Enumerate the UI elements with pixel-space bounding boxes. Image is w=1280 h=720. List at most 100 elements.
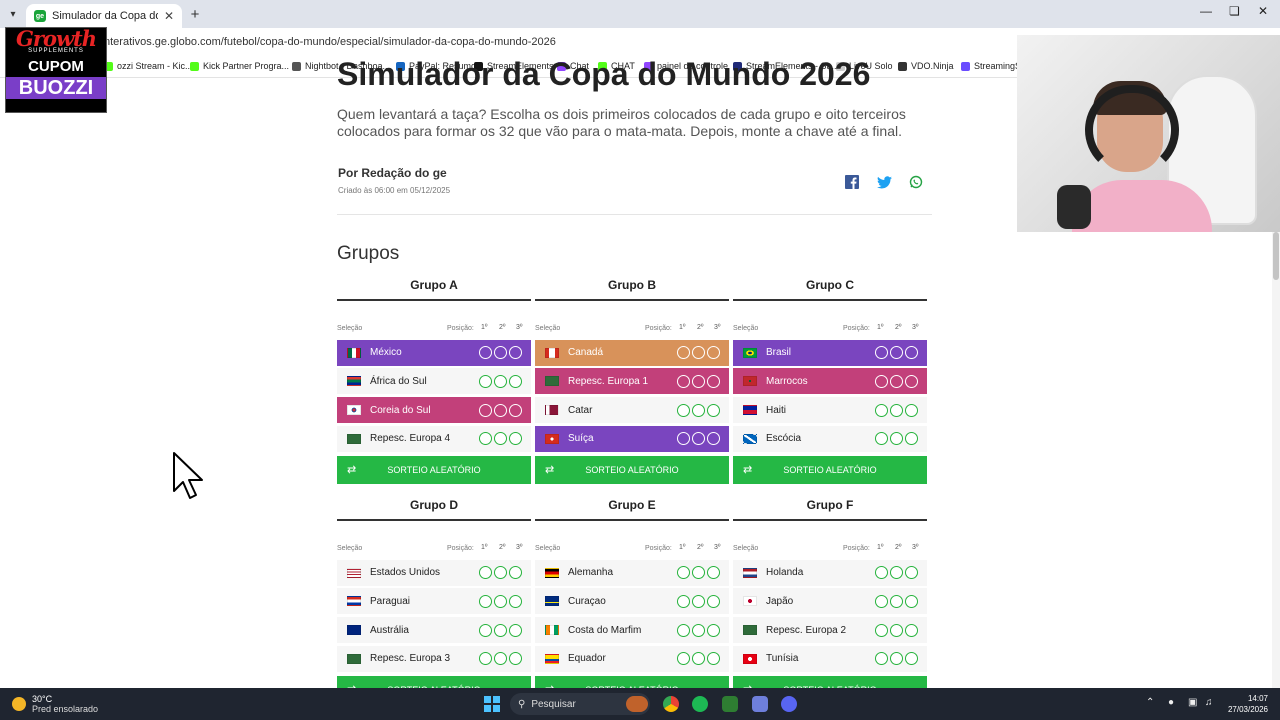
- position-1-radio[interactable]: [875, 594, 888, 608]
- position-2-radio[interactable]: [692, 594, 705, 608]
- facebook-share-button[interactable]: [844, 174, 860, 190]
- team-row[interactable]: Escócia: [733, 425, 927, 452]
- bookmark-item[interactable]: StreamingS: [961, 61, 1021, 71]
- position-2-radio[interactable]: [890, 623, 903, 637]
- position-1-radio[interactable]: [677, 623, 690, 637]
- position-3-radio[interactable]: [707, 652, 720, 666]
- position-3-radio[interactable]: [905, 403, 918, 417]
- position-3-radio[interactable]: [509, 594, 522, 608]
- team-row[interactable]: Marrocos: [733, 368, 927, 395]
- team-row[interactable]: Costa do Marfim: [535, 617, 729, 644]
- position-3-radio[interactable]: [905, 594, 918, 608]
- position-1-radio[interactable]: [875, 432, 888, 446]
- bookmark-item[interactable]: VDO.Ninja: [898, 61, 954, 71]
- position-1-radio[interactable]: [479, 374, 492, 388]
- position-1-radio[interactable]: [677, 374, 690, 388]
- position-2-radio[interactable]: [692, 432, 705, 446]
- position-1-radio[interactable]: [677, 403, 690, 417]
- close-window-icon[interactable]: ✕: [1258, 4, 1268, 18]
- position-3-radio[interactable]: [905, 432, 918, 446]
- team-row[interactable]: Equador: [535, 645, 729, 672]
- position-3-radio[interactable]: [707, 623, 720, 637]
- position-2-radio[interactable]: [890, 432, 903, 446]
- position-1-radio[interactable]: [875, 623, 888, 637]
- team-row[interactable]: Paraguai: [337, 588, 531, 615]
- position-2-radio[interactable]: [494, 346, 507, 360]
- random-draw-button[interactable]: ⇄ SORTEIO ALEATÓRIO: [733, 455, 927, 484]
- team-row[interactable]: Brasil: [733, 339, 927, 366]
- new-tab-button[interactable]: +: [182, 6, 208, 23]
- position-2-radio[interactable]: [494, 374, 507, 388]
- restore-icon[interactable]: ❏: [1229, 4, 1240, 18]
- position-2-radio[interactable]: [890, 374, 903, 388]
- random-draw-button[interactable]: ⇄ SORTEIO ALEATÓRIO: [535, 455, 729, 484]
- position-3-radio[interactable]: [905, 566, 918, 580]
- team-row[interactable]: Canadá: [535, 339, 729, 366]
- position-3-radio[interactable]: [509, 432, 522, 446]
- position-2-radio[interactable]: [494, 432, 507, 446]
- team-row[interactable]: Repesc. Europa 2: [733, 617, 927, 644]
- position-2-radio[interactable]: [692, 346, 705, 360]
- minimize-icon[interactable]: —: [1200, 4, 1212, 18]
- network-icon[interactable]: ▣: [1188, 697, 1197, 708]
- position-3-radio[interactable]: [707, 566, 720, 580]
- position-2-radio[interactable]: [890, 566, 903, 580]
- position-1-radio[interactable]: [479, 432, 492, 446]
- team-row[interactable]: Coreia do Sul: [337, 397, 531, 424]
- position-3-radio[interactable]: [707, 403, 720, 417]
- twitter-share-button[interactable]: [876, 174, 892, 190]
- team-row[interactable]: Austrália: [337, 617, 531, 644]
- position-3-radio[interactable]: [509, 403, 522, 417]
- position-1-radio[interactable]: [875, 374, 888, 388]
- position-3-radio[interactable]: [707, 374, 720, 388]
- weather-widget[interactable]: 30°C Pred ensolarado: [12, 694, 98, 714]
- team-row[interactable]: Curaçao: [535, 588, 729, 615]
- position-3-radio[interactable]: [905, 346, 918, 360]
- team-row[interactable]: Repesc. Europa 1: [535, 368, 729, 395]
- windows-start-icon[interactable]: [484, 696, 500, 712]
- position-2-radio[interactable]: [890, 403, 903, 417]
- position-1-radio[interactable]: [677, 594, 690, 608]
- position-2-radio[interactable]: [692, 652, 705, 666]
- team-row[interactable]: Tunísia: [733, 645, 927, 672]
- obs-icon[interactable]: [752, 696, 768, 712]
- tab-simulador[interactable]: ge Simulador da Copa do Mundo ✕: [26, 4, 182, 28]
- game-app-icon[interactable]: [626, 696, 648, 712]
- app-icon[interactable]: [722, 696, 738, 712]
- position-1-radio[interactable]: [875, 652, 888, 666]
- position-3-radio[interactable]: [707, 594, 720, 608]
- position-2-radio[interactable]: [494, 623, 507, 637]
- position-2-radio[interactable]: [692, 566, 705, 580]
- position-3-radio[interactable]: [707, 432, 720, 446]
- volume-icon[interactable]: ♫: [1205, 697, 1213, 708]
- team-row[interactable]: Haiti: [733, 397, 927, 424]
- microphone-icon[interactable]: ●: [1168, 697, 1174, 708]
- position-2-radio[interactable]: [494, 594, 507, 608]
- position-1-radio[interactable]: [479, 623, 492, 637]
- spotify-icon[interactable]: [692, 696, 708, 712]
- team-row[interactable]: Japão: [733, 588, 927, 615]
- position-3-radio[interactable]: [905, 374, 918, 388]
- position-2-radio[interactable]: [890, 652, 903, 666]
- position-3-radio[interactable]: [509, 623, 522, 637]
- position-3-radio[interactable]: [905, 623, 918, 637]
- random-draw-button[interactable]: ⇄ SORTEIO ALEATÓRIO: [337, 455, 531, 484]
- bookmark-item[interactable]: Kick Partner Progra...: [190, 61, 289, 71]
- position-2-radio[interactable]: [494, 403, 507, 417]
- discord-icon[interactable]: [781, 696, 797, 712]
- position-2-radio[interactable]: [692, 374, 705, 388]
- position-1-radio[interactable]: [479, 346, 492, 360]
- position-2-radio[interactable]: [890, 346, 903, 360]
- position-2-radio[interactable]: [890, 594, 903, 608]
- team-row[interactable]: Holanda: [733, 559, 927, 586]
- position-3-radio[interactable]: [509, 346, 522, 360]
- team-row[interactable]: Catar: [535, 397, 729, 424]
- position-1-radio[interactable]: [875, 346, 888, 360]
- position-1-radio[interactable]: [479, 652, 492, 666]
- position-2-radio[interactable]: [494, 652, 507, 666]
- close-tab-icon[interactable]: ✕: [164, 9, 174, 23]
- position-1-radio[interactable]: [677, 652, 690, 666]
- bookmark-item[interactable]: ozzi Stream - Kic...: [104, 61, 193, 71]
- team-row[interactable]: Alemanha: [535, 559, 729, 586]
- position-1-radio[interactable]: [677, 432, 690, 446]
